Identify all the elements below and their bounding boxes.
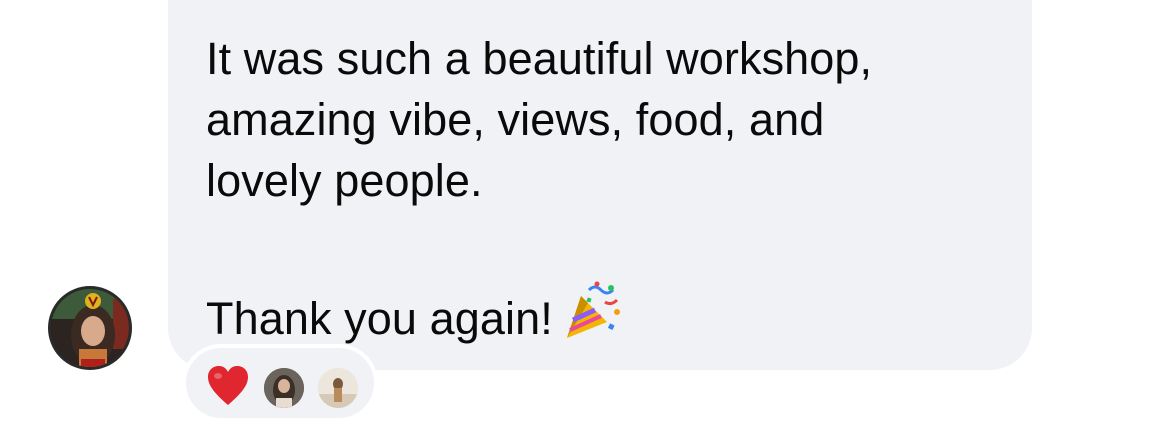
sender-avatar[interactable]: [48, 286, 132, 370]
message-text-line-2: amazing vibe, views, food, and: [206, 94, 825, 145]
reactor-avatar-2[interactable]: [318, 368, 358, 408]
message-text-thanks: Thank you again!: [206, 293, 553, 344]
party-popper-icon: [561, 280, 623, 358]
message-text-line-3: lovely people.: [206, 155, 483, 206]
heart-icon: [206, 365, 250, 412]
avatar-photo: [51, 289, 129, 367]
reactor-avatar-1[interactable]: [264, 368, 304, 408]
message-text-line-1: It was such a beautiful workshop,: [206, 33, 873, 84]
reactions-pill[interactable]: [182, 344, 378, 422]
